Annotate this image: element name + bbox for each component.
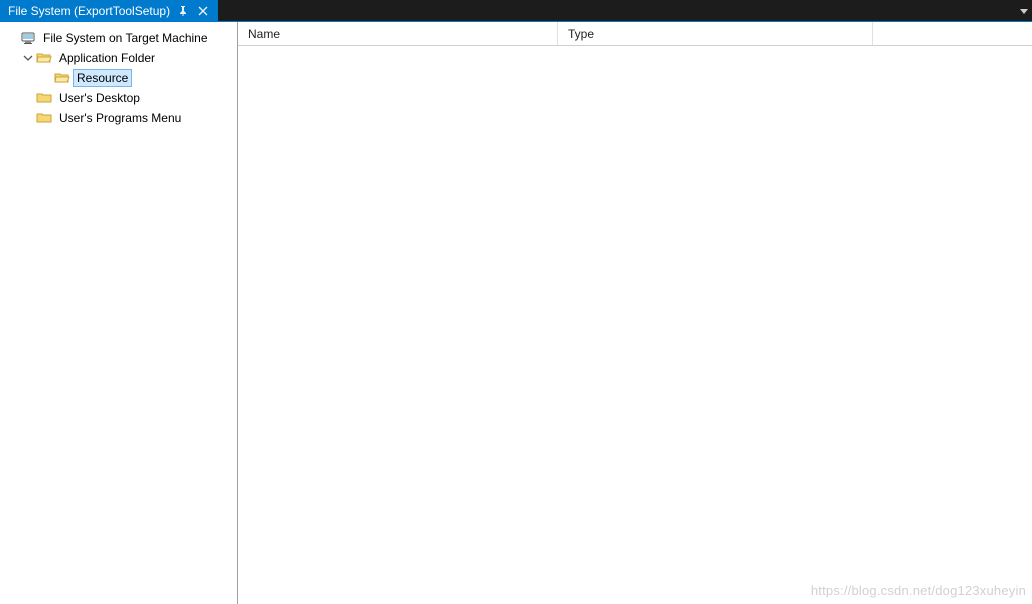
list-header: Name Type — [238, 22, 1032, 46]
tree-panel: File System on Target Machine Applicatio… — [0, 22, 238, 604]
body-area: File System on Target Machine Applicatio… — [0, 22, 1032, 604]
tree-app-folder-label: Application Folder — [56, 50, 158, 66]
active-tab[interactable]: File System (ExportToolSetup) — [0, 0, 218, 21]
column-header-type[interactable]: Type — [558, 22, 872, 45]
tree-root-label: File System on Target Machine — [40, 30, 211, 46]
tree-resource-label: Resource — [74, 70, 131, 86]
column-header-extra[interactable] — [872, 22, 1032, 45]
tab-title: File System (ExportToolSetup) — [8, 4, 170, 18]
folder-open-icon — [54, 70, 70, 86]
tree-programs-menu[interactable]: User's Programs Menu — [0, 108, 237, 128]
folder-icon — [36, 90, 52, 106]
tree-root[interactable]: File System on Target Machine — [0, 28, 237, 48]
tab-bar-spacer — [218, 0, 1016, 21]
watermark: https://blog.csdn.net/dog123xuheyin — [811, 583, 1026, 598]
pin-icon[interactable] — [176, 4, 190, 18]
window: File System (ExportToolSetup) — [0, 0, 1032, 604]
tab-dropdown-icon[interactable] — [1016, 0, 1032, 21]
column-header-name[interactable]: Name — [238, 22, 558, 45]
list-panel: Name Type https://blog.csdn.net/dog123xu… — [238, 22, 1032, 604]
close-icon[interactable] — [196, 4, 210, 18]
tree-desktop-label: User's Desktop — [56, 90, 143, 106]
tree-app-folder[interactable]: Application Folder — [0, 48, 237, 68]
tree-desktop[interactable]: User's Desktop — [0, 88, 237, 108]
folder-open-icon — [36, 50, 52, 66]
tree-programs-menu-label: User's Programs Menu — [56, 110, 184, 126]
tree-resource[interactable]: Resource — [0, 68, 237, 88]
machine-icon — [20, 30, 36, 46]
chevron-down-icon[interactable] — [22, 52, 34, 64]
folder-icon — [36, 110, 52, 126]
tab-bar: File System (ExportToolSetup) — [0, 0, 1032, 22]
list-body[interactable]: https://blog.csdn.net/dog123xuheyin — [238, 46, 1032, 604]
